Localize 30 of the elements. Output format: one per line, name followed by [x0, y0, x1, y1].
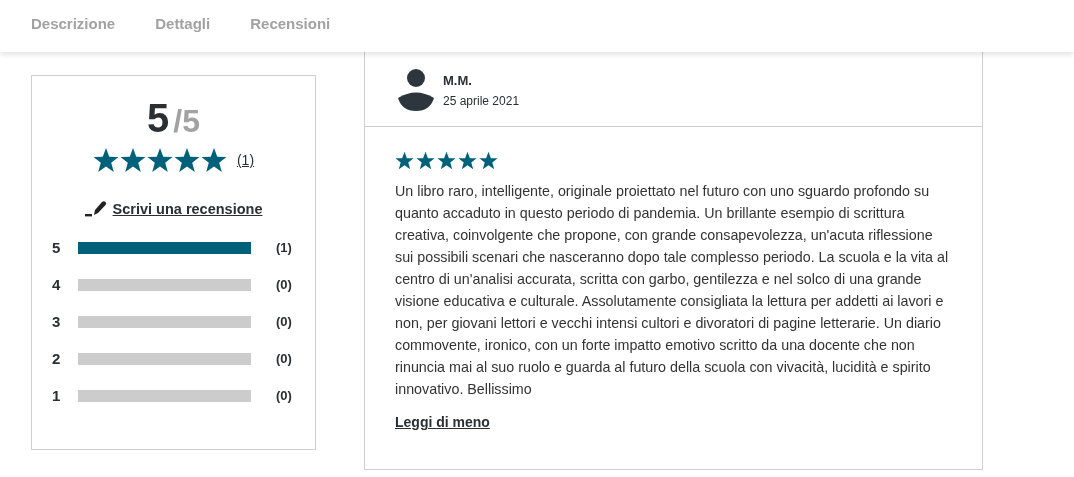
rating-label: 3 — [52, 313, 62, 330]
read-less-link[interactable]: Leggi di meno — [395, 414, 490, 430]
rating-count: (0) — [276, 388, 292, 403]
rating-count: (0) — [276, 277, 292, 292]
rating-label: 5 — [52, 239, 62, 256]
write-review-link[interactable]: Scrivi una recensione — [112, 201, 263, 217]
star-icon — [173, 147, 200, 173]
rating-count: (0) — [276, 351, 292, 366]
star-icon — [200, 147, 227, 173]
star-icon — [395, 151, 414, 170]
rating-label: 4 — [52, 276, 62, 293]
review-count-link[interactable]: (1) — [236, 152, 255, 168]
score-maximum: /5 — [173, 103, 200, 140]
star-icon — [416, 151, 435, 170]
pencil-icon — [84, 199, 107, 217]
rating-label: 2 — [52, 350, 62, 367]
star-icon — [146, 147, 173, 173]
review-text: Un libro raro, intelligente, originale proiettato nel futuro con uno sguardo profondo su quanto accaduto in questo periodo di pandemia. Un brillante esempio di scrittura creativa, coinvolgente che propone, con grande consapevolezza, un'acuta riflessione sui possibili scenari che nasceranno dopo tale complesso periodo. La scuola e la vita al centro di un'analisi accurata, scritta con garbo, gentilezza e nel solco di una grande visione educativa e culturale. Assolutamente consigliata la lettura per addetti ai lavori e non, per giovani lettori e vecchi intensi cultori e divoratori di pagine letterarie. Un diario commovente, ironico, con un forte impatto emotivo scritto da una docente che non rinuncia mai al suo ruolo e guarda al futuro della scuola con vivacità, lucidità e spirito innovativo. Bellissimo — [395, 182, 950, 399]
rating-count: (1) — [276, 240, 292, 255]
star-icon — [92, 147, 119, 173]
user-avatar-icon — [397, 69, 435, 111]
star-icon — [458, 151, 477, 170]
average-score: 5 — [147, 96, 170, 141]
star-icon — [437, 151, 456, 170]
star-icon — [479, 151, 498, 170]
rating-label: 1 — [52, 387, 62, 404]
reviewer-name: M.M. — [443, 72, 473, 88]
rating-count: (0) — [276, 314, 292, 329]
star-icon — [119, 147, 146, 173]
review-date: 25 aprile 2021 — [443, 93, 520, 108]
